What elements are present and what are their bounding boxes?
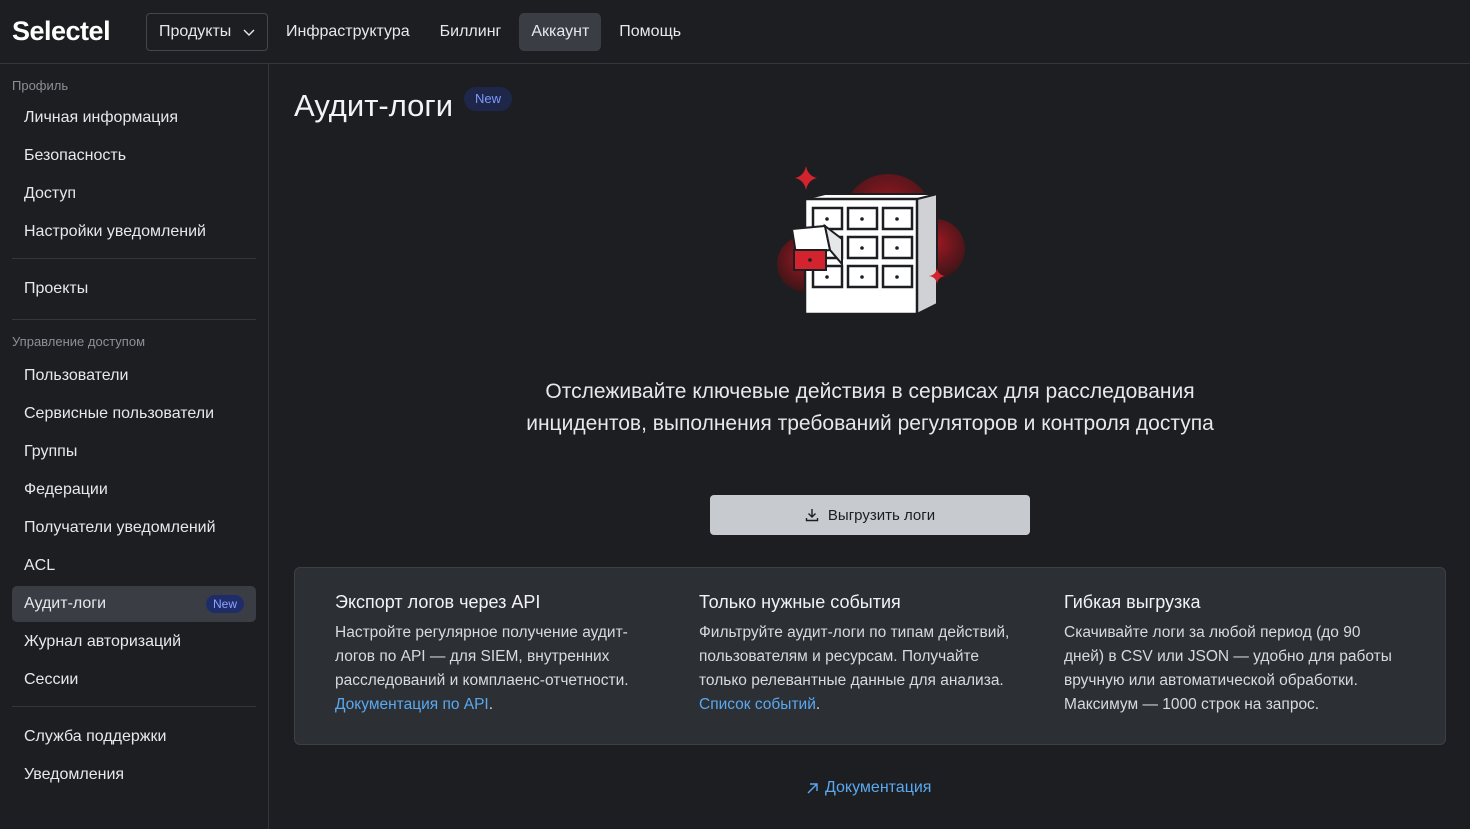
documentation-link[interactable]: Документация [806,779,931,797]
chevron-down-icon [243,29,255,36]
feature-text: Скачивайте логи за любой период (до 90 д… [1064,624,1392,713]
sidebar-item-audit-logs[interactable]: Аудит-логи New [12,586,256,622]
nav-infrastructure[interactable]: Инфраструктура [274,13,422,51]
nav-help[interactable]: Помощь [607,13,693,51]
external-link-icon [807,782,818,793]
nav-billing[interactable]: Биллинг [428,13,514,51]
feature-title: Экспорт логов через API [335,592,541,612]
documentation-label: Документация [825,779,932,796]
events-list-link[interactable]: Список событий [699,696,816,713]
feature-suffix: . [815,696,821,713]
feature-description: Настройте регулярное получение аудит-лог… [335,624,629,689]
top-navigation: Selectel Продукты Инфраструктура Биллинг… [0,0,1470,64]
sidebar-item-sessions[interactable]: Сессии [12,662,256,698]
feature-flexible-export: Гибкая выгрузка Скачивайте логи за любой… [1064,592,1394,717]
sidebar-item-projects[interactable]: Проекты [12,271,256,307]
sidebar-item-notification-recipients[interactable]: Получатели уведомлений [12,510,256,546]
file-cabinet-illustration [777,166,965,316]
feature-suffix: . [488,696,494,713]
sidebar-item-access[interactable]: Доступ [12,176,256,212]
sidebar-item-support[interactable]: Служба поддержки [12,719,256,755]
products-dropdown[interactable]: Продукты [146,12,268,51]
lead-description: Отслеживайте ключевые действия в сервиса… [526,380,1214,435]
feature-api-export: Экспорт логов через API Настройте регуля… [335,592,665,717]
feature-title: Только нужные события [699,592,901,612]
main-content: Аудит-логи New Отслеживайте ключевые дей… [270,64,1470,829]
feature-title: Гибкая выгрузка [1064,592,1201,612]
sidebar-section-access-management: Управление доступом [12,334,146,349]
features-panel: Экспорт логов через API Настройте регуля… [294,567,1446,745]
sidebar-section-profile: Профиль [12,78,69,93]
selectel-logo[interactable]: Selectel [12,16,132,47]
sidebar-item-federations[interactable]: Федерации [12,472,256,508]
sidebar-item-label: Аудит-логи [24,595,107,612]
sidebar-item-users[interactable]: Пользователи [12,358,256,394]
sidebar-item-service-users[interactable]: Сервисные пользователи [12,396,256,432]
api-docs-link[interactable]: Документация по API [335,696,489,713]
sidebar-item-personal-info[interactable]: Личная информация [12,100,256,136]
feature-text: Настройте регулярное получение аудит-лог… [335,621,665,717]
download-icon [805,509,819,522]
sidebar-item-notification-settings[interactable]: Настройки уведомлений [12,214,256,250]
nav-account[interactable]: Аккаунт [519,12,602,51]
sidebar: Профиль Личная информация Безопасность Д… [0,64,269,829]
export-logs-button[interactable]: Выгрузить логи [710,495,1030,535]
sidebar-item-notifications[interactable]: Уведомления [12,757,256,793]
export-logs-label: Выгрузить логи [827,506,936,524]
sidebar-item-groups[interactable]: Группы [12,434,256,470]
sidebar-item-security[interactable]: Безопасность [12,138,256,174]
new-badge: New [464,87,513,111]
new-badge: New [205,595,244,613]
feature-filtered-events: Только нужные события Фильтруйте аудит-л… [699,592,1029,717]
feature-text: Фильтруйте аудит-логи по типам действий,… [699,621,1029,717]
feature-description: Фильтруйте аудит-логи по типам действий,… [699,624,1010,689]
sidebar-item-auth-journal[interactable]: Журнал авторизаций [12,624,256,660]
sidebar-item-acl[interactable]: ACL [12,548,256,584]
products-label: Продукты [159,22,232,40]
page-title: Аудит-логи [294,88,454,123]
